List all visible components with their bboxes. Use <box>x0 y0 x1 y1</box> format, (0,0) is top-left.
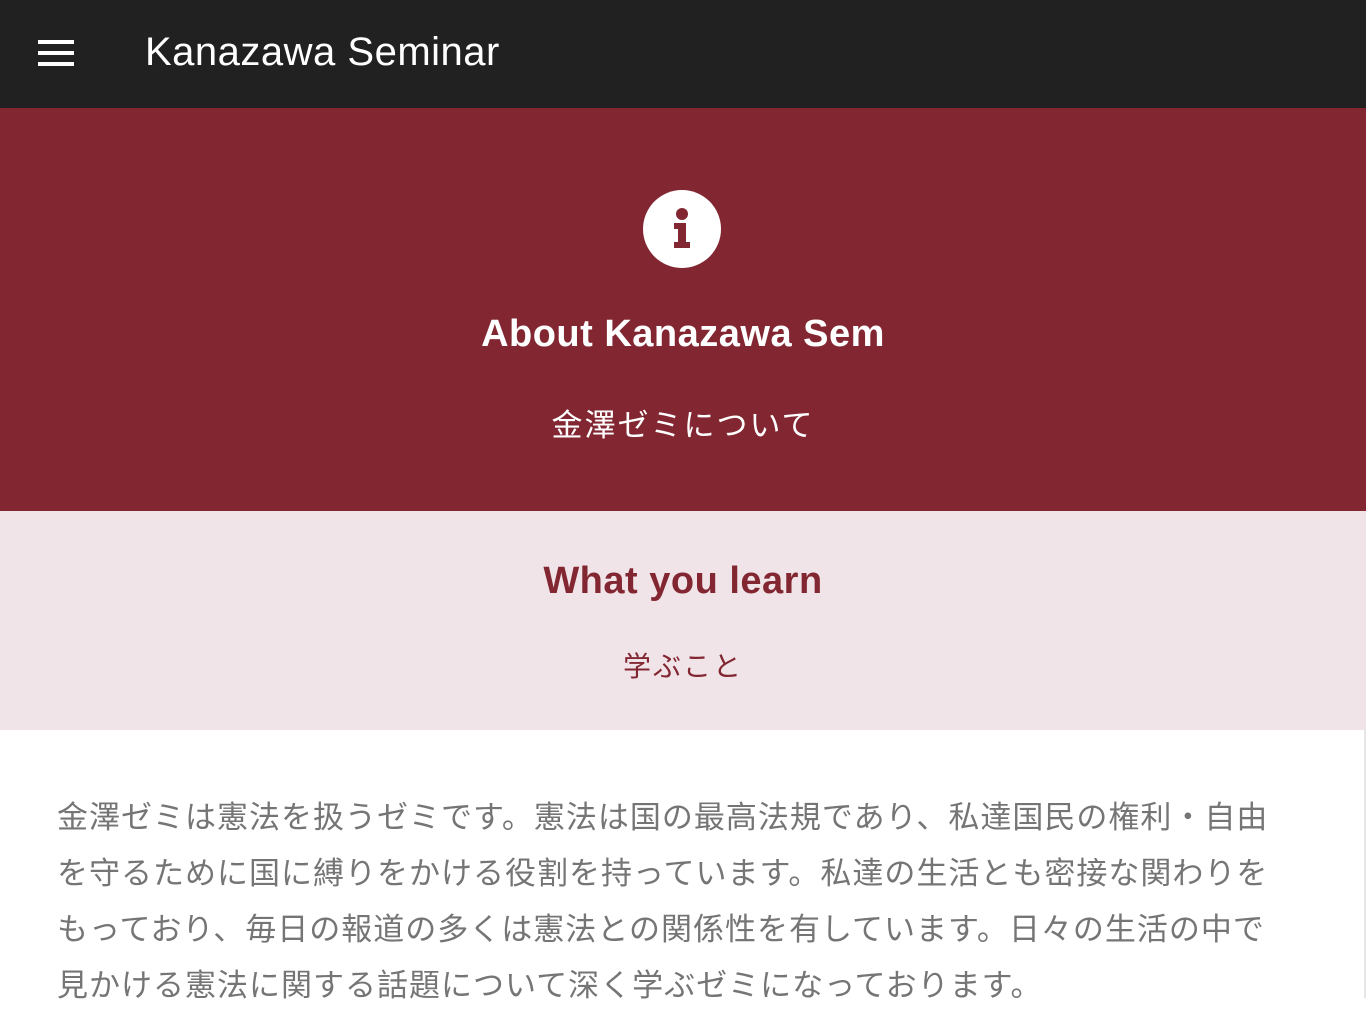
seminar-description-section: 金澤ゼミは憲法を扱うゼミです。憲法は国の最高法規であり、私達国民の権利・自由を守… <box>0 730 1366 1004</box>
what-you-learn-subtitle: 学ぶこと <box>622 650 743 683</box>
app-title: Kanazawa Seminar <box>145 30 500 74</box>
top-app-bar: Kanazawa Seminar <box>0 0 1366 108</box>
hamburger-menu-icon[interactable] <box>38 40 74 66</box>
menu-icon-line-top <box>38 40 74 44</box>
what-you-learn-title: What you learn <box>543 560 823 602</box>
menu-icon-line-bottom <box>38 62 74 66</box>
info-circle-icon <box>643 190 721 268</box>
about-title: About Kanazawa Sem <box>481 313 885 355</box>
menu-icon-line-middle <box>38 51 74 55</box>
seminar-description-paragraph: 金澤ゼミは憲法を扱うゼミです。憲法は国の最高法規であり、私達国民の権利・自由を守… <box>57 800 1269 1004</box>
what-you-learn-section: What you learn 学ぶこと <box>0 511 1366 730</box>
about-hero-section: About Kanazawa Sem 金澤ゼミについて <box>0 108 1366 511</box>
about-subtitle: 金澤ゼミについて <box>551 408 815 444</box>
